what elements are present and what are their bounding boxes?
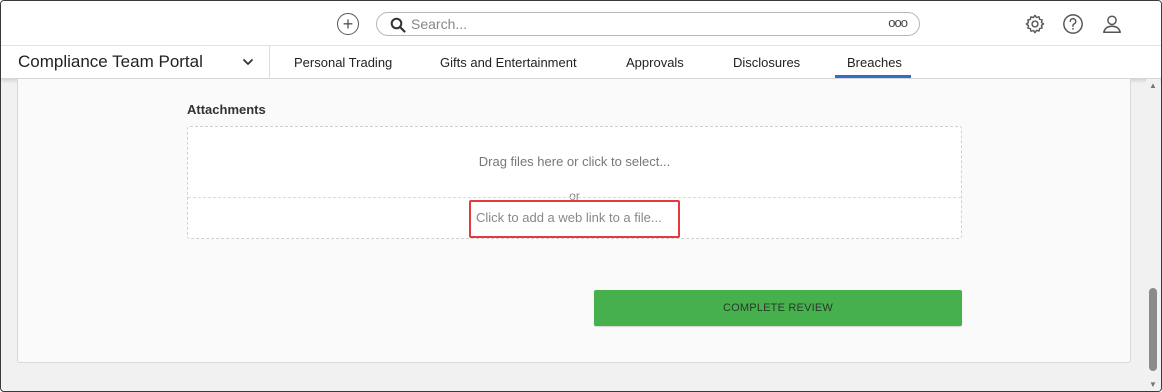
user-icon[interactable] [1101,13,1123,35]
gear-icon[interactable] [1024,13,1046,35]
complete-review-button[interactable]: COMPLETE REVIEW [594,290,962,326]
tab-disclosures[interactable]: Disclosures [733,55,800,70]
search-bar[interactable]: ooo [376,12,920,36]
tab-approvals[interactable]: Approvals [626,55,684,70]
help-icon[interactable] [1062,13,1084,35]
app-window: + ooo Compliance Team Portal [0,0,1162,392]
top-bar: + ooo [1,1,1161,46]
tab-personal-trading[interactable]: Personal Trading [294,55,392,70]
highlight-annotation [469,200,680,238]
chevron-down-icon[interactable] [242,56,254,68]
scroll-down-icon[interactable]: ▼ [1149,380,1157,389]
tab-gifts-and-entertainment[interactable]: Gifts and Entertainment [440,55,577,70]
scrollbar[interactable]: ▲ ▼ [1146,79,1160,391]
active-tab-indicator [835,75,911,78]
portal-title: Compliance Team Portal [18,52,203,71]
scrollbar-thumb[interactable] [1149,288,1157,371]
scroll-up-icon[interactable]: ▲ [1149,81,1157,90]
nav-divider [269,46,270,79]
dropzone-divider [188,197,961,198]
search-options-icon[interactable]: ooo [888,15,908,30]
search-input[interactable] [411,15,851,33]
plus-circle-icon[interactable]: + [337,13,359,35]
nav-bar: Compliance Team Portal Personal Trading … [1,46,1161,79]
search-icon [390,17,406,33]
tab-breaches[interactable]: Breaches [847,55,902,70]
dropzone-text[interactable]: Drag files here or click to select... [188,154,961,169]
attachments-label: Attachments [187,102,266,117]
